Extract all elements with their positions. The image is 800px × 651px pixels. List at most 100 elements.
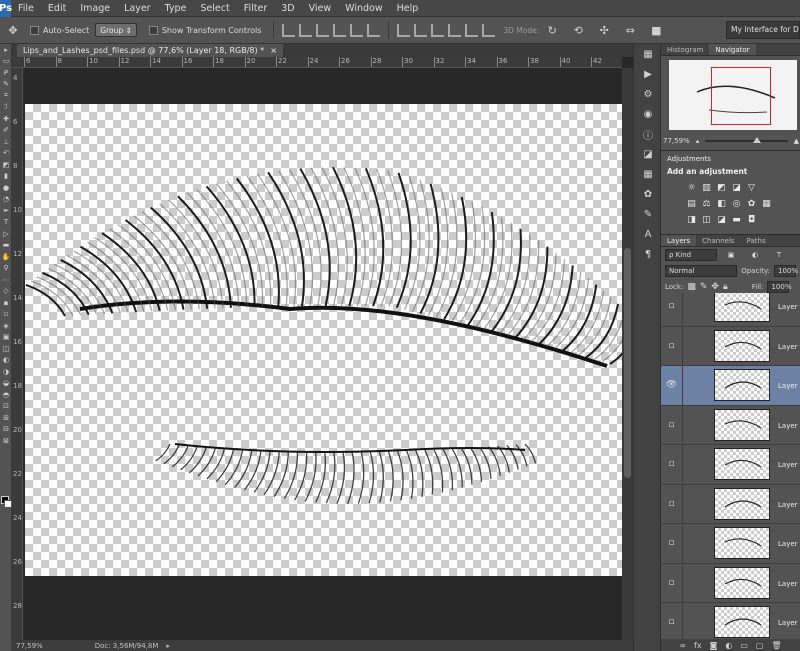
navigator-zoom-value[interactable]: 77,59% <box>663 137 690 145</box>
tool-extra-4[interactable]: ▫ <box>0 309 12 321</box>
eraser-tool[interactable]: ◩ <box>0 159 12 171</box>
visibility-toggle[interactable]: ▫ <box>661 602 683 640</box>
canvas-area[interactable] <box>23 68 640 640</box>
vertical-scrollbar[interactable] <box>622 68 633 640</box>
distribute-left-icon[interactable] <box>448 23 462 37</box>
layer-filter-kind[interactable]: ρ Kind <box>665 249 717 261</box>
add-mask-icon[interactable]: ◙ <box>710 641 718 650</box>
delete-layer-icon[interactable]: 🗑︎ <box>771 641 781 650</box>
layer-name[interactable]: Layer 1 <box>778 382 800 390</box>
shape-tool[interactable]: ▬ <box>0 240 12 252</box>
3d-slide-icon[interactable]: ⇔ <box>619 20 641 40</box>
lock-pixels-icon[interactable]: ✎ <box>700 282 708 292</box>
tab-histogram[interactable]: Histogram <box>661 44 709 55</box>
menu-file[interactable]: File <box>11 0 41 17</box>
brush-tool[interactable]: ✐ <box>0 125 12 137</box>
zoom-readout[interactable]: 77,59% <box>16 642 43 650</box>
tool-extra-7[interactable]: ◫ <box>0 343 12 355</box>
new-layer-icon[interactable]: ▢ <box>756 641 764 650</box>
menu-layer[interactable]: Layer <box>117 0 158 17</box>
layer-row[interactable]: ▫ Layer 2 <box>661 293 800 327</box>
auto-select-checkbox[interactable] <box>30 25 39 35</box>
visibility-toggle[interactable]: ▫ <box>661 405 683 445</box>
layer-name[interactable]: Layer 1 <box>778 580 800 588</box>
zoom-tool[interactable]: ⚲ <box>0 263 12 275</box>
menu-window[interactable]: Window <box>338 0 389 17</box>
brush-preset-icon[interactable]: ✎ <box>634 204 662 224</box>
visibility-toggle[interactable]: ▫ <box>661 563 683 603</box>
tool-extra-6[interactable]: ▣ <box>0 332 12 344</box>
layer-row[interactable]: 👁︎ Layer 1 <box>661 365 800 406</box>
3d-scale-icon[interactable]: ■ <box>645 20 667 40</box>
actions-play-icon[interactable]: ▶ <box>634 64 662 84</box>
3d-drag-icon[interactable]: ✣ <box>593 20 615 40</box>
info-icon[interactable]: ⓘ <box>634 124 662 144</box>
navigator-preview[interactable] <box>669 60 797 130</box>
menu-view[interactable]: View <box>302 0 339 17</box>
posterize-icon[interactable]: ◫ <box>700 214 713 226</box>
gradient-map-icon[interactable]: ▬ <box>730 214 743 226</box>
3d-roll-icon[interactable]: ⟲ <box>567 20 589 40</box>
tool-extra-5[interactable]: ◈ <box>0 320 12 332</box>
properties-icon[interactable]: ◉ <box>634 104 662 124</box>
vibrance-icon[interactable]: ▽ <box>745 182 758 194</box>
curves-icon[interactable]: ◩ <box>715 182 728 194</box>
tab-navigator[interactable]: Navigator <box>709 44 756 55</box>
fill-input[interactable]: 100% <box>767 281 791 293</box>
filter-type-icon[interactable]: T <box>769 250 789 260</box>
layer-name[interactable]: Layer 7 <box>778 619 800 627</box>
layer-style-icon[interactable]: fx <box>694 641 702 650</box>
scrollbar-thumb[interactable] <box>624 248 631 478</box>
align-left-icon[interactable] <box>333 23 347 37</box>
hue-saturation-icon[interactable]: ▤ <box>685 198 698 210</box>
styles-icon[interactable]: ✿ <box>634 184 662 204</box>
gradient-tool[interactable]: ▮ <box>0 171 12 183</box>
layer-row[interactable]: ▫ Layer 1 <box>661 444 800 485</box>
path-select-tool[interactable]: ▷ <box>0 228 12 240</box>
distribute-bottom-icon[interactable] <box>431 23 445 37</box>
tool-extra-14[interactable]: ⊟ <box>0 424 12 436</box>
status-menu-arrow-icon[interactable]: ▸ <box>166 642 170 650</box>
layer-name[interactable]: Layer 2 <box>778 303 800 311</box>
threshold-icon[interactable]: ◪ <box>715 214 728 226</box>
align-top-icon[interactable] <box>282 23 296 37</box>
menu-select[interactable]: Select <box>193 0 236 17</box>
visibility-toggle[interactable]: ▫ <box>661 293 683 326</box>
type-tool[interactable]: T <box>0 217 12 229</box>
pen-tool[interactable]: ✒ <box>0 205 12 217</box>
filter-pixel-icon[interactable]: ▣ <box>721 250 741 260</box>
color-balance-icon[interactable]: ⚖ <box>700 198 713 210</box>
visibility-toggle[interactable]: ▫ <box>661 484 683 524</box>
eyedropper-tool[interactable]: ℐ <box>0 102 12 114</box>
background-color-swatch[interactable] <box>4 500 12 508</box>
close-icon[interactable]: × <box>270 44 277 57</box>
tool-extra-12[interactable]: ⊡ <box>0 401 12 413</box>
quick-select-tool[interactable]: ✎ <box>0 79 12 91</box>
layer-name[interactable]: Layer 1 <box>778 501 800 509</box>
stamp-tool[interactable]: ⊥ <box>0 136 12 148</box>
menu-help[interactable]: Help <box>390 0 426 17</box>
distribute-top-icon[interactable] <box>397 23 411 37</box>
auto-select-target-dropdown[interactable]: Group ⇕ <box>95 23 137 37</box>
new-group-icon[interactable]: ▭ <box>740 641 748 650</box>
link-layers-icon[interactable]: ∞ <box>679 641 686 650</box>
photo-filter-icon[interactable]: ◎ <box>730 198 743 210</box>
lock-all-icon[interactable]: 🔒︎ <box>723 282 728 292</box>
tab-channels[interactable]: Channels <box>696 235 740 246</box>
blur-tool[interactable]: ● <box>0 182 12 194</box>
character-icon[interactable]: A <box>634 224 662 244</box>
eye-icon[interactable]: 👁︎ <box>661 365 683 405</box>
menu-edit[interactable]: Edit <box>41 0 73 17</box>
crop-tool[interactable]: ⌗ <box>0 90 12 102</box>
tool-extra-13[interactable]: ⊞ <box>0 412 12 424</box>
document-canvas[interactable] <box>25 104 640 576</box>
layer-row[interactable]: ▫ Layer 1 <box>661 484 800 524</box>
menu-3d[interactable]: 3D <box>274 0 301 17</box>
tool-extra-11[interactable]: ◓ <box>0 389 12 401</box>
tab-paths[interactable]: Paths <box>741 235 772 246</box>
document-tab[interactable]: Lips_and_Lashes_psd_files.psd @ 77,6% (L… <box>17 44 283 57</box>
marquee-tool[interactable]: ▭ <box>0 56 12 68</box>
color-lookup-icon[interactable]: ▦ <box>760 198 773 210</box>
tab-layers[interactable]: Layers <box>661 235 697 246</box>
new-adjustment-icon[interactable]: ◐ <box>725 641 732 650</box>
